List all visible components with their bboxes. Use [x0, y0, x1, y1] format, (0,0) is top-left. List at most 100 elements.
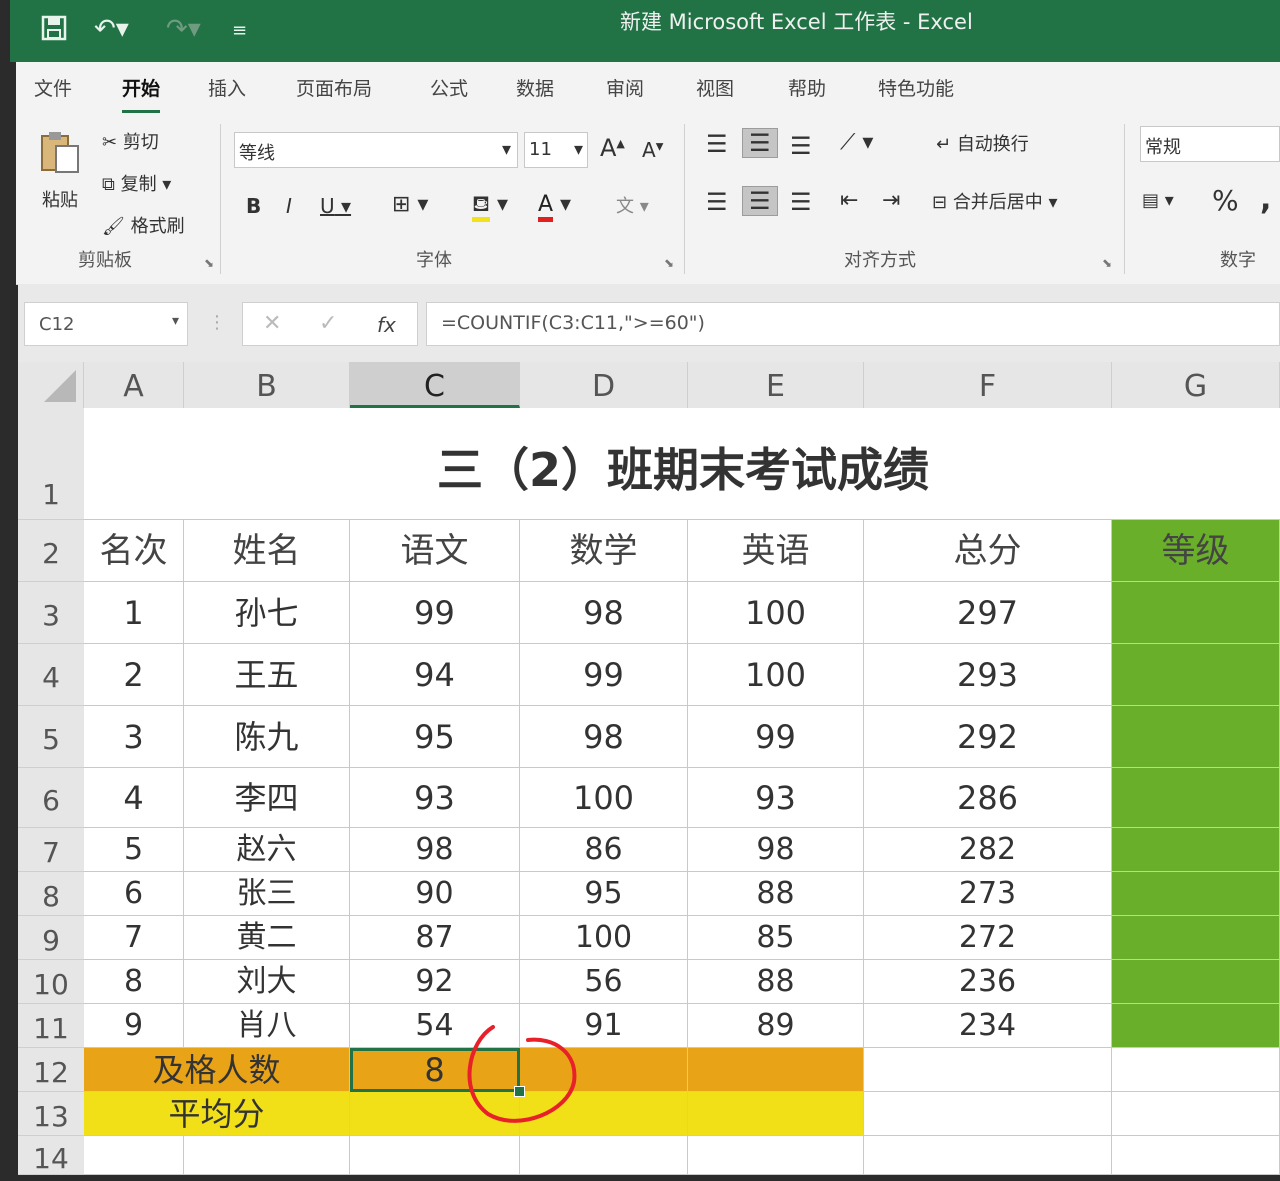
grade-cell[interactable]	[1112, 960, 1280, 1004]
header-cell-math[interactable]: 数学	[520, 520, 688, 582]
data-cell[interactable]: 293	[864, 644, 1112, 706]
wrap-text-button[interactable]: ↵ 自动换行	[936, 130, 1029, 156]
empty-cell[interactable]	[864, 1048, 1112, 1092]
data-cell[interactable]: 56	[520, 960, 688, 1004]
row-header[interactable]: 9	[18, 916, 84, 960]
insert-function-button[interactable]: fx	[377, 313, 396, 337]
grow-font-button[interactable]: A▲	[600, 134, 625, 162]
font-color-button[interactable]: A ▾	[538, 192, 571, 222]
tab-help[interactable]: 帮助	[788, 74, 826, 101]
data-cell[interactable]: 94	[350, 644, 520, 706]
align-left-icon[interactable]: ☰	[706, 188, 728, 216]
data-cell[interactable]: 273	[864, 872, 1112, 916]
data-cell[interactable]: 张三	[184, 872, 350, 916]
header-cell-name[interactable]: 姓名	[184, 520, 350, 582]
grade-cell[interactable]	[1112, 916, 1280, 960]
orientation-icon[interactable]: ⟋ ▾	[840, 130, 873, 155]
empty-cell[interactable]	[864, 1136, 1112, 1175]
data-cell[interactable]: 2	[84, 644, 184, 706]
data-cell[interactable]: 100	[520, 916, 688, 960]
font-size-select[interactable]: 11 ▾	[524, 132, 588, 168]
data-cell[interactable]: 292	[864, 706, 1112, 768]
empty-cell[interactable]	[1112, 1048, 1280, 1092]
column-header-e[interactable]: E	[688, 362, 864, 408]
accounting-format-icon[interactable]: ▤ ▾	[1142, 190, 1174, 211]
row-header[interactable]: 7	[18, 828, 84, 872]
data-cell[interactable]: 6	[84, 872, 184, 916]
data-cell[interactable]: 4	[84, 768, 184, 828]
clipboard-launcher-icon[interactable]: ⬊	[204, 256, 214, 270]
empty-cell[interactable]	[1112, 1092, 1280, 1136]
align-center-icon[interactable]: ☰	[742, 186, 778, 216]
data-cell[interactable]: 5	[84, 828, 184, 872]
empty-cell[interactable]	[184, 1136, 350, 1175]
tab-data[interactable]: 数据	[516, 74, 554, 101]
align-bottom-icon[interactable]: ☰	[790, 132, 812, 160]
phonetic-guide-icon[interactable]: 文 ▾	[616, 192, 649, 218]
copy-button[interactable]: ⧉ 复制 ▾	[102, 170, 171, 196]
data-cell[interactable]: 100	[688, 644, 864, 706]
data-cell[interactable]: 86	[520, 828, 688, 872]
average-label[interactable]: 平均分	[84, 1092, 350, 1136]
data-cell[interactable]: 88	[688, 960, 864, 1004]
italic-button[interactable]: I	[286, 194, 292, 218]
data-cell[interactable]: 92	[350, 960, 520, 1004]
column-header-d[interactable]: D	[520, 362, 688, 408]
tab-special-features[interactable]: 特色功能	[878, 74, 954, 101]
data-cell[interactable]: 1	[84, 582, 184, 644]
row-header[interactable]: 14	[18, 1136, 84, 1175]
tab-review[interactable]: 审阅	[606, 74, 644, 101]
header-cell-rank[interactable]: 名次	[84, 520, 184, 582]
row-header[interactable]: 6	[18, 768, 84, 828]
data-cell[interactable]: 93	[688, 768, 864, 828]
header-cell-chinese[interactable]: 语文	[350, 520, 520, 582]
data-cell[interactable]: 黄二	[184, 916, 350, 960]
header-cell-english[interactable]: 英语	[688, 520, 864, 582]
data-cell[interactable]: 89	[688, 1004, 864, 1048]
name-box[interactable]: C12 ▾	[24, 302, 188, 346]
empty-cell[interactable]	[84, 1136, 184, 1175]
tab-view[interactable]: 视图	[696, 74, 734, 101]
align-top-icon[interactable]: ☰	[706, 130, 728, 158]
column-header-f[interactable]: F	[864, 362, 1112, 408]
grade-cell[interactable]	[1112, 706, 1280, 768]
tab-home[interactable]: 开始	[122, 74, 161, 113]
undo-icon[interactable]: ↶▾	[94, 14, 129, 44]
grade-cell[interactable]	[1112, 872, 1280, 916]
data-cell[interactable]: 王五	[184, 644, 350, 706]
cancel-icon[interactable]: ✕	[263, 311, 281, 336]
align-middle-icon[interactable]: ☰	[742, 128, 778, 158]
data-cell[interactable]: 234	[864, 1004, 1112, 1048]
column-header-c[interactable]: C	[350, 362, 520, 408]
column-header-b[interactable]: B	[184, 362, 350, 408]
data-cell[interactable]: 90	[350, 872, 520, 916]
data-cell[interactable]: 297	[864, 582, 1112, 644]
data-cell[interactable]: 刘大	[184, 960, 350, 1004]
row-header[interactable]: 10	[18, 960, 84, 1004]
data-cell[interactable]: 100	[688, 582, 864, 644]
row-header[interactable]: 5	[18, 706, 84, 768]
row-header[interactable]: 3	[18, 582, 84, 644]
drag-handle-icon[interactable]: ⋮	[208, 312, 226, 333]
format-painter-button[interactable]: 🖌 格式刷	[102, 212, 185, 238]
grade-cell[interactable]	[1112, 768, 1280, 828]
data-cell[interactable]: 236	[864, 960, 1112, 1004]
increase-indent-icon[interactable]: ⇥	[882, 188, 900, 213]
data-cell[interactable]: 9	[84, 1004, 184, 1048]
empty-cell[interactable]	[1112, 1136, 1280, 1175]
pass-count-english[interactable]	[688, 1048, 864, 1092]
bold-button[interactable]: B	[246, 194, 261, 218]
save-icon[interactable]	[40, 14, 68, 49]
average-english[interactable]	[688, 1092, 864, 1136]
data-cell[interactable]: 100	[520, 768, 688, 828]
data-cell[interactable]: 95	[520, 872, 688, 916]
tab-file[interactable]: 文件	[34, 74, 72, 101]
row-header[interactable]: 2	[18, 520, 84, 582]
data-cell[interactable]: 99	[350, 582, 520, 644]
tab-formulas[interactable]: 公式	[430, 74, 468, 101]
tab-page-layout[interactable]: 页面布局	[296, 74, 372, 101]
underline-button[interactable]: U ▾	[320, 194, 351, 218]
data-cell[interactable]: 99	[520, 644, 688, 706]
merge-center-button[interactable]: ⊟ 合并后居中 ▾	[932, 188, 1058, 214]
select-all-button[interactable]	[18, 362, 84, 408]
